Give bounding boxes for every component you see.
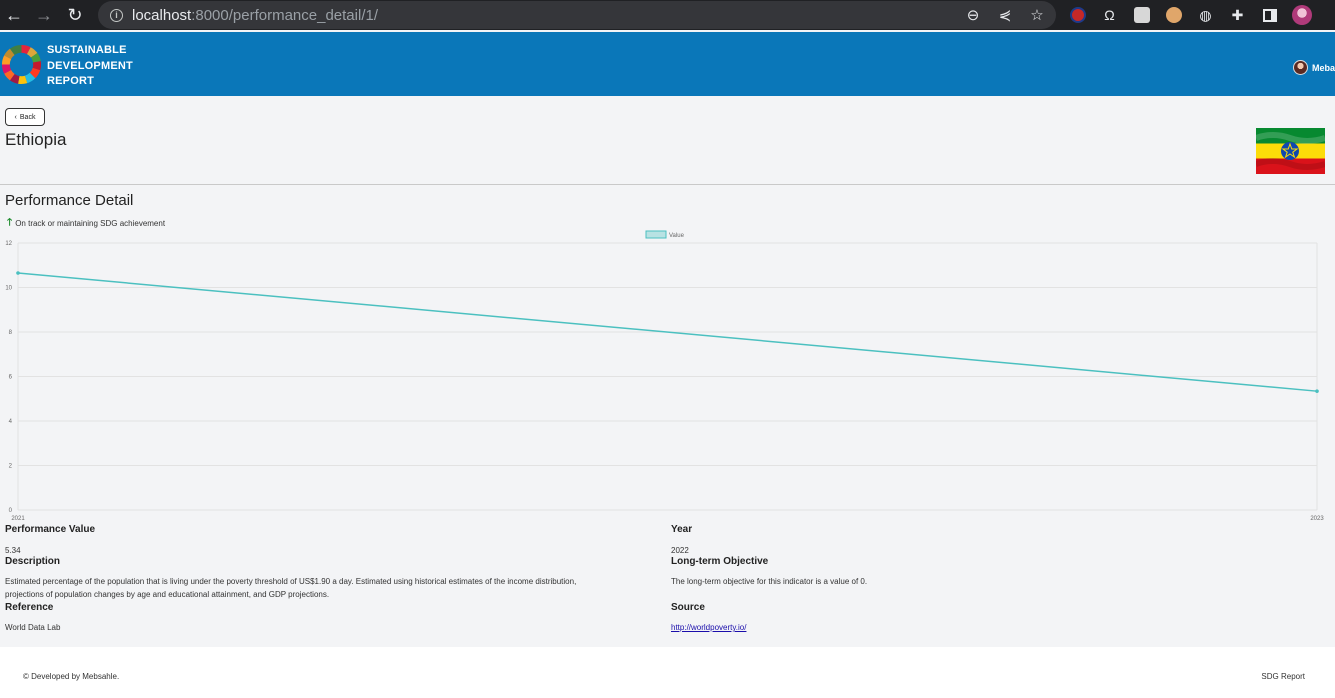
legend-label: Value (669, 233, 685, 239)
url-path: :8000/performance_detail/1/ (191, 6, 378, 24)
extension-eyes-icon[interactable] (1162, 4, 1185, 27)
side-panel-icon[interactable] (1258, 4, 1281, 27)
url-host: localhost (132, 6, 192, 24)
y-tick-label: 6 (9, 375, 13, 381)
extension-globe-icon[interactable]: ◍ (1194, 4, 1217, 27)
ethiopia-flag-icon (1256, 128, 1325, 174)
user-name: Meba (1311, 62, 1335, 73)
browser-toolbar: ← → ↻ i localhost:8000/performance_detai… (0, 0, 1335, 30)
zoom-icon[interactable]: ⊖ (962, 6, 984, 24)
country-name: Ethiopia (5, 130, 67, 149)
data-point (1315, 389, 1319, 393)
site-footer: © Developed by Mebsahle. SDG Report (0, 647, 1335, 698)
data-point (16, 271, 20, 275)
chevron-left-icon: ‹ (14, 113, 17, 121)
reference-value: World Data Lab (5, 623, 61, 632)
reload-icon[interactable]: ↻ (63, 3, 87, 27)
y-tick-label: 0 (9, 508, 13, 514)
y-tick-label: 2 (9, 464, 13, 470)
extension-blocker-icon[interactable] (1066, 4, 1089, 27)
source-label: Source (671, 602, 705, 613)
sdg-wheel-logo-icon[interactable] (0, 43, 43, 86)
y-tick-label: 10 (5, 286, 12, 292)
extension-omega-icon[interactable]: Ω (1098, 4, 1121, 27)
extension-tile-icon[interactable] (1130, 4, 1153, 27)
extensions-puzzle-icon[interactable]: ✚ (1226, 4, 1249, 27)
site-info-icon[interactable]: i (110, 8, 123, 22)
footer-credit: © Developed by Mebsahle. (23, 672, 120, 681)
y-tick-label: 12 (5, 241, 12, 247)
back-button[interactable]: ‹ Back (5, 108, 45, 126)
reference-label: Reference (5, 602, 54, 613)
forward-arrow-icon[interactable]: → (32, 3, 56, 27)
site-header: SUSTAINABLE DEVELOPMENT REPORT Meba (0, 32, 1335, 96)
brand-line: DEVELOPMENT (47, 59, 133, 72)
footer-brand-link[interactable]: SDG Report (1261, 672, 1305, 681)
y-tick-label: 8 (9, 330, 13, 336)
brand-title[interactable]: SUSTAINABLE DEVELOPMENT REPORT (47, 43, 133, 90)
bookmark-star-icon[interactable]: ☆ (1026, 6, 1048, 24)
legend-swatch (645, 230, 667, 239)
y-tick-label: 4 (9, 419, 13, 425)
profile-avatar-icon[interactable] (1290, 4, 1313, 27)
source-link[interactable]: http://worldpoverty.io/ (671, 623, 746, 632)
x-tick-label: 2023 (1310, 516, 1324, 522)
status-text: On track or maintaining SDG achievement (15, 219, 166, 228)
brand-line: SUSTAINABLE (47, 44, 127, 56)
brand-line: REPORT (47, 75, 95, 87)
user-menu[interactable]: Meba (1292, 60, 1335, 75)
objective-value: The long-term objective for this indicat… (671, 577, 868, 586)
section-divider (0, 184, 1335, 185)
objective-label: Long-term Objective (671, 556, 769, 567)
address-bar[interactable]: i localhost:8000/performance_detail/1/ ⊖… (98, 1, 1056, 29)
description-line-1: Estimated percentage of the population t… (5, 577, 577, 586)
share-icon[interactable]: ⋞ (994, 6, 1016, 24)
x-tick-label: 2021 (11, 516, 25, 522)
performance-title: Performance Detail (5, 192, 134, 209)
back-arrow-icon[interactable]: ← (2, 3, 26, 27)
back-label: Back (19, 113, 36, 121)
performance-line-chart: 0 2 4 6 8 10 12 2021 2023 Value (5, 230, 1324, 522)
year-label: Year (671, 524, 693, 535)
description-line-2: projections of population changes by age… (5, 590, 330, 599)
description-label: Description (5, 556, 61, 567)
performance-value-label: Performance Value (5, 524, 96, 535)
user-avatar-icon (1292, 60, 1308, 75)
